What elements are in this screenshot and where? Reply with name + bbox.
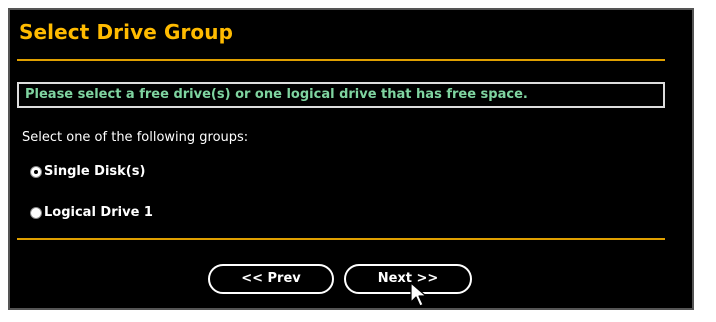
option-label: Logical Drive 1 <box>44 205 153 220</box>
info-message: Please select a free drive(s) or one log… <box>17 82 665 108</box>
title-divider <box>17 59 665 61</box>
mouse-pointer-icon <box>410 282 427 307</box>
next-button[interactable]: Next >> <box>344 264 472 294</box>
instruction-text: Select one of the following groups: <box>22 130 249 145</box>
option-logical-drive-1[interactable]: Logical Drive 1 <box>30 205 153 220</box>
radio-button-checked[interactable] <box>30 165 42 178</box>
option-single-disks[interactable]: Single Disk(s) <box>30 164 145 179</box>
page-title: Select Drive Group <box>19 20 234 44</box>
radio-button-unchecked[interactable] <box>30 206 42 219</box>
prev-button[interactable]: << Prev <box>208 264 334 294</box>
option-label: Single Disk(s) <box>44 164 146 179</box>
dialog-panel <box>8 8 694 310</box>
footer-divider <box>17 238 665 240</box>
